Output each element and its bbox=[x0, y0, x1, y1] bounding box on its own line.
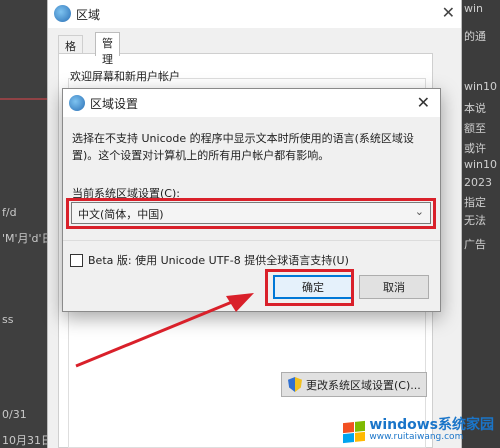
change-system-locale-button[interactable]: 更改系统区域设置(C)... bbox=[281, 372, 427, 397]
background-text: win10 bbox=[464, 158, 498, 171]
background-text: 0/31 bbox=[2, 408, 27, 421]
tab-administrative[interactable]: 管理 bbox=[95, 32, 120, 66]
background-text: 额至 bbox=[464, 122, 486, 135]
background-text: 10月31日 bbox=[2, 434, 52, 447]
beta-utf8-option[interactable]: Beta 版: 使用 Unicode UTF-8 提供全球语言支持(U) bbox=[70, 252, 349, 268]
background-text: win bbox=[464, 2, 484, 15]
groupbox-title: 欢迎屏幕和新用户帐户 bbox=[70, 70, 180, 83]
background-text: win10 bbox=[464, 80, 498, 93]
change-system-locale-label: 更改系统区域设置(C)... bbox=[306, 378, 421, 392]
background-text: 无法 bbox=[464, 214, 486, 227]
watermark-url: www.ruitaiwang.com bbox=[369, 432, 464, 442]
background-text: 2023 bbox=[464, 176, 492, 189]
background-text: 本说 bbox=[464, 102, 486, 115]
region-settings-titlebar: 区域设置 ✕ bbox=[63, 89, 440, 117]
beta-utf8-checkbox[interactable] bbox=[70, 253, 83, 267]
region-settings-dialog: 区域设置 ✕ 选择在不支持 Unicode 的程序中显示文本时所使用的语言(系统… bbox=[62, 88, 441, 312]
highlight-box-ok-button bbox=[265, 269, 354, 306]
region-settings-title: 区域设置 bbox=[90, 97, 139, 111]
watermark: windows系统家园 www.ruitaiwang.com bbox=[343, 417, 494, 444]
background-text: ss bbox=[2, 313, 14, 326]
background-right-panel: win 的通 win10 本说 额至 或许 win10 2023 指定 无法 广… bbox=[460, 0, 500, 448]
close-icon[interactable]: ✕ bbox=[417, 93, 430, 112]
region-dialog-title: 区域 bbox=[76, 8, 101, 22]
region-dialog-titlebar: 区域 ✕ bbox=[48, 0, 461, 28]
close-icon[interactable]: ✕ bbox=[442, 3, 455, 22]
divider bbox=[63, 240, 440, 241]
background-text: 指定 bbox=[464, 196, 486, 209]
background-red-line bbox=[0, 98, 52, 100]
globe-icon bbox=[54, 5, 71, 22]
highlight-box-locale-select bbox=[66, 198, 436, 229]
globe-icon bbox=[69, 95, 85, 111]
uac-shield-icon bbox=[288, 377, 302, 392]
cancel-button[interactable]: 取消 bbox=[359, 275, 429, 299]
windows-logo-icon bbox=[343, 420, 366, 444]
background-text: 或许 bbox=[464, 142, 486, 155]
watermark-text: windows系统家园 bbox=[369, 417, 494, 433]
background-text: f/d bbox=[2, 206, 17, 219]
background-text: 广告 bbox=[464, 238, 486, 251]
tab-format[interactable]: 格式 bbox=[58, 35, 83, 69]
background-text: 'M'月'd'日 bbox=[2, 232, 53, 245]
background-text: 的通 bbox=[464, 30, 486, 43]
locale-description: 选择在不支持 Unicode 的程序中显示文本时所使用的语言(系统区域设置)。这… bbox=[72, 132, 414, 162]
beta-utf8-label: Beta 版: 使用 Unicode UTF-8 提供全球语言支持(U) bbox=[88, 254, 349, 267]
